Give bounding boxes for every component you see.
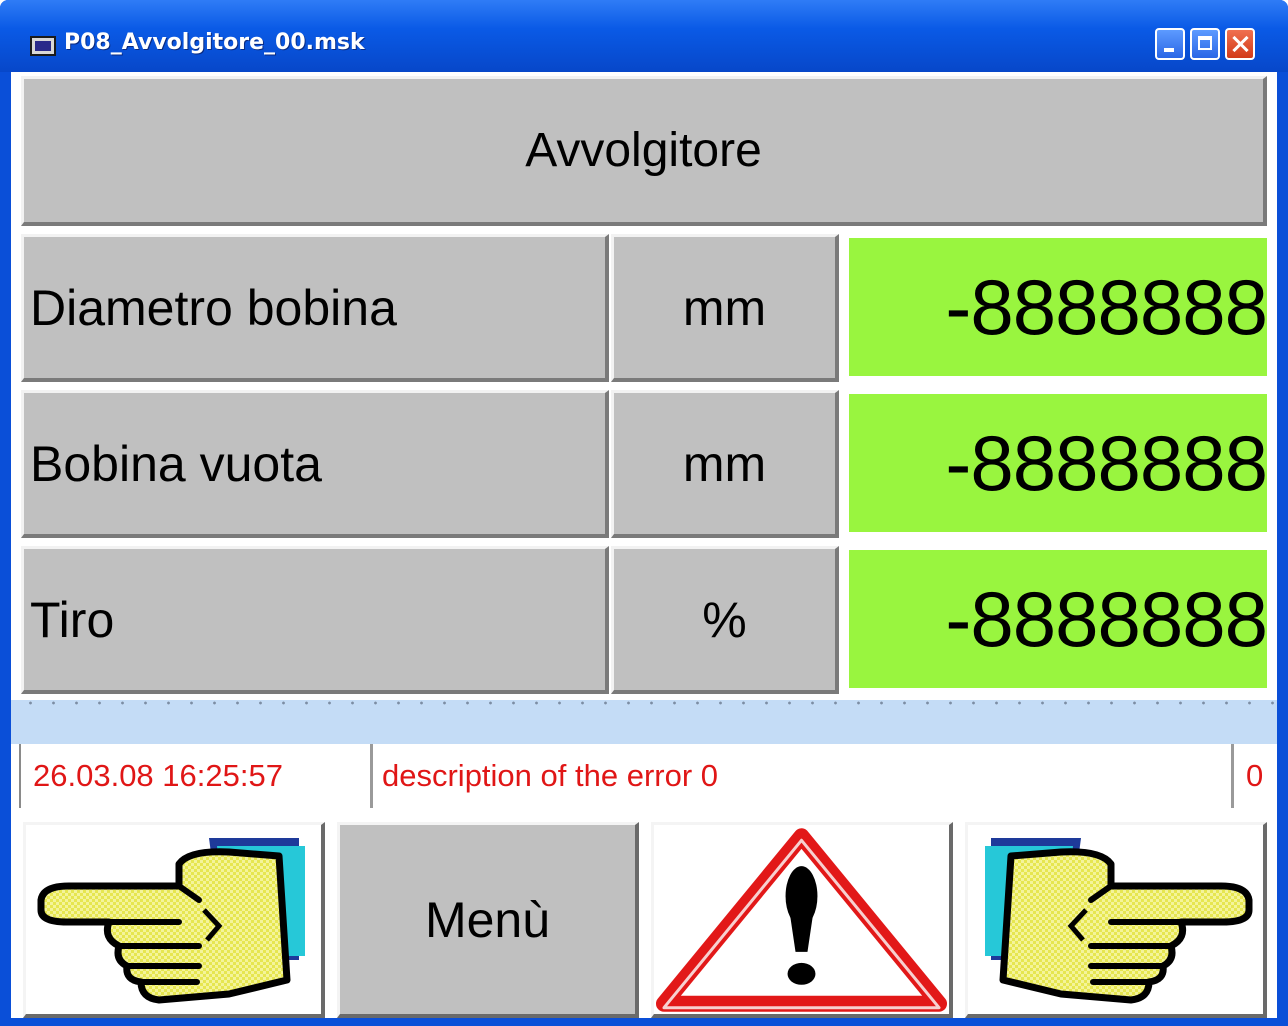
window-title: P08_Avvolgitore_00.msk: [64, 30, 365, 55]
previous-page-button[interactable]: [23, 822, 325, 1018]
separator-bar: [11, 700, 1277, 744]
row-label-diametro-bobina: Diametro bobina: [21, 234, 609, 382]
alarm-description: description of the error 0: [376, 744, 1234, 808]
alarm-line[interactable]: 26.03.08 16:25:57 description of the err…: [19, 744, 1269, 808]
app-window: P08_Avvolgitore_00.msk Avvolgitore Diame…: [0, 0, 1288, 1026]
minimize-button[interactable]: [1155, 28, 1185, 60]
alarm-button[interactable]: [651, 822, 953, 1018]
maximize-button[interactable]: [1190, 28, 1220, 60]
next-page-button[interactable]: [965, 822, 1267, 1018]
row-unit-bobina-vuota: mm: [611, 390, 839, 538]
row-label-tiro: Tiro: [21, 546, 609, 694]
row-label-bobina-vuota: Bobina vuota: [21, 390, 609, 538]
warning-triangle-icon: [655, 827, 948, 1012]
hand-pointing-right-icon: [984, 837, 1252, 1003]
close-button[interactable]: [1225, 28, 1255, 60]
value-display-tiro[interactable]: -8888888: [849, 550, 1268, 688]
value-display-bobina-vuota[interactable]: -8888888: [849, 394, 1268, 532]
alarm-timestamp: 26.03.08 16:25:57: [33, 744, 373, 808]
title-bar[interactable]: P08_Avvolgitore_00.msk: [0, 0, 1288, 72]
window-icon[interactable]: [30, 36, 56, 56]
menu-button[interactable]: Menù: [337, 822, 639, 1018]
row-unit-tiro: %: [611, 546, 839, 694]
alarm-code: 0: [1246, 758, 1264, 793]
hmi-screen: Avvolgitore Diametro bobina mm -8888888 …: [11, 72, 1277, 1018]
hand-pointing-left-icon: [37, 837, 305, 1003]
row-unit-diametro-bobina: mm: [611, 234, 839, 382]
value-display-diametro-bobina[interactable]: -8888888: [849, 238, 1268, 376]
page-title: Avvolgitore: [21, 76, 1267, 226]
